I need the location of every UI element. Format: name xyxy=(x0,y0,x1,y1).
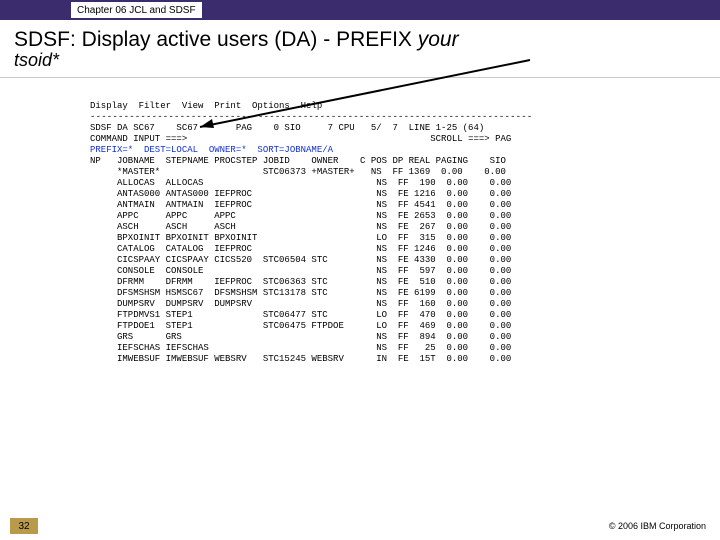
chapter-tab: Chapter 06 JCL and SDSF xyxy=(70,1,203,19)
prefix-line: PREFIX=* DEST=LOCAL OWNER=* SORT=JOBNAME… xyxy=(90,145,333,155)
slide-title-block: SDSF: Display active users (DA) - PREFIX… xyxy=(0,20,720,71)
terminal-screenshot: Display Filter View Print Options Help -… xyxy=(0,78,720,376)
title-text-b: your xyxy=(418,28,459,51)
chapter-label: Chapter 06 JCL and SDSF xyxy=(77,5,196,16)
copyright-text: © 2006 IBM Corporation xyxy=(609,521,706,531)
footer: 32 © 2006 IBM Corporation xyxy=(0,518,720,534)
menu-line: Display Filter View Print Options Help xyxy=(90,101,322,111)
title-text-a: SDSF: Display active users (DA) - PREFIX xyxy=(14,28,418,51)
chapter-bar: Chapter 06 JCL and SDSF xyxy=(0,0,720,20)
page-number: 32 xyxy=(10,518,38,534)
command-line: COMMAND INPUT ===> SCROLL ===> PAG xyxy=(90,134,511,144)
title-line-1: SDSF: Display active users (DA) - PREFIX… xyxy=(14,28,702,52)
table-rows: *MASTER* STC06373 +MASTER+ NS FF 1369 0.… xyxy=(90,167,694,365)
dash-line: ----------------------------------------… xyxy=(90,112,532,122)
title-line-2: tsoid* xyxy=(14,50,702,71)
status-line: SDSF DA SC67 SC67 PAG 0 SIO 7 CPU 5/ 7 L… xyxy=(90,123,484,133)
column-headers: NP JOBNAME STEPNAME PROCSTEP JOBID OWNER… xyxy=(90,156,506,166)
